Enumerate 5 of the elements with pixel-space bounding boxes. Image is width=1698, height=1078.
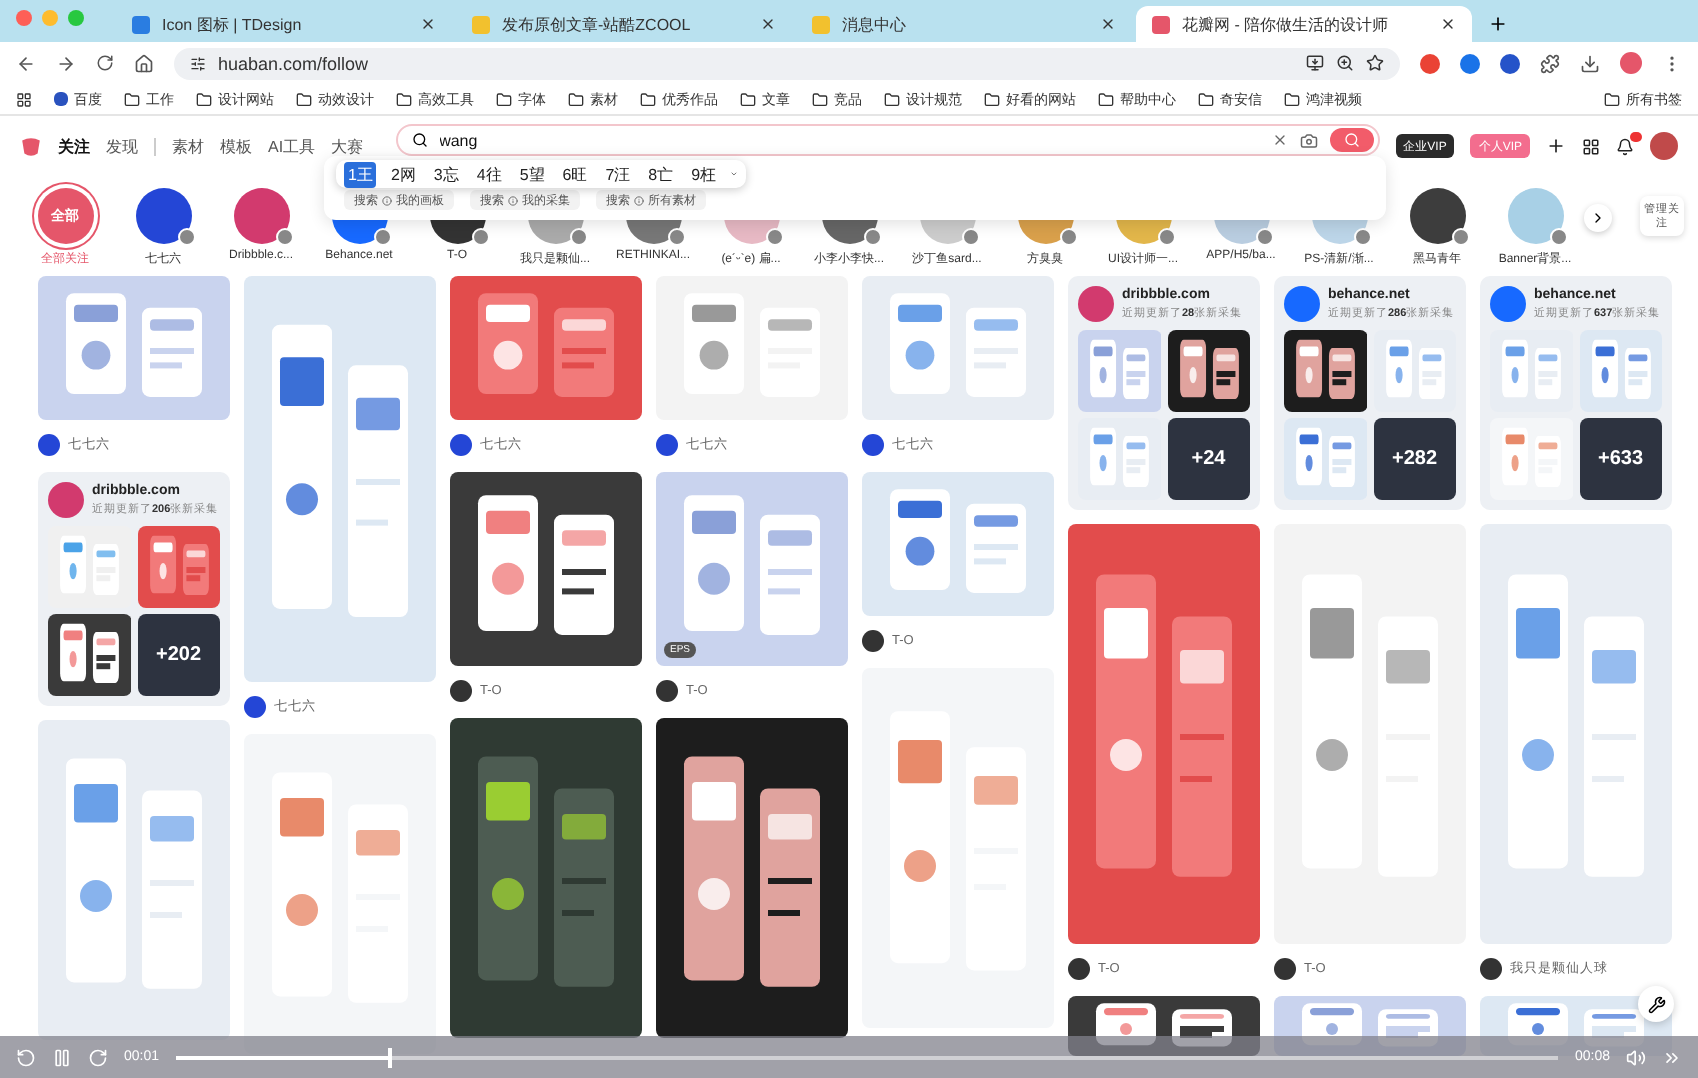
url-text: huaban.com/follow [218,53,371,73]
more-count: +24 [1191,448,1226,470]
more-count: +633 [1597,448,1644,470]
more-count: +282 [1391,448,1438,470]
more-count: +202 [155,644,202,666]
